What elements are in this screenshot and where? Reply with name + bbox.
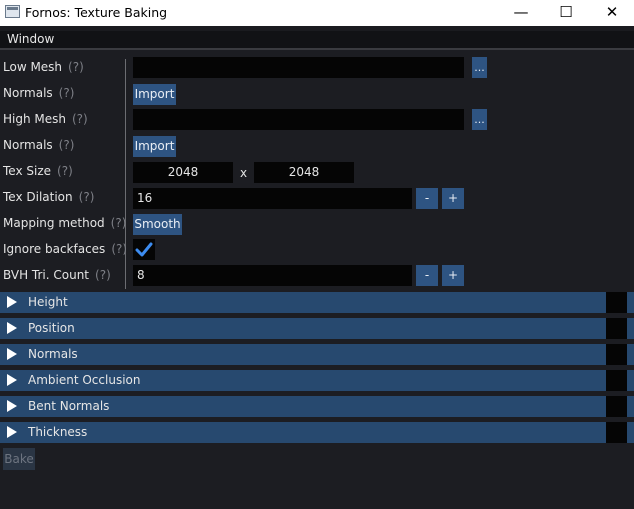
tex-dilation-label: Tex Dilation (3, 190, 73, 204)
bvh-tri-count-decrement-button[interactable]: - (416, 265, 438, 286)
low-mesh-browse-button[interactable]: ... (472, 57, 487, 78)
expand-arrow-icon (7, 426, 17, 438)
low-normals-import-button[interactable]: Import (133, 84, 176, 105)
tex-size-separator: x (240, 166, 248, 180)
low-mesh-help-icon[interactable]: (?) (68, 60, 84, 74)
high-mesh-row-label: High Mesh (?) (3, 112, 88, 126)
close-button[interactable]: ✕ (589, 0, 634, 26)
tex-height-field[interactable]: 2048 (254, 162, 354, 183)
section-toggle-box[interactable] (606, 344, 627, 365)
menu-window[interactable]: Window (7, 32, 54, 46)
high-mesh-help-icon[interactable]: (?) (72, 112, 88, 126)
section-label: Bent Normals (28, 399, 110, 413)
low-mesh-label: Low Mesh (3, 60, 63, 74)
high-normals-import-button[interactable]: Import (133, 136, 176, 157)
section-toggle-box[interactable] (606, 318, 627, 339)
section-toggle-box[interactable] (606, 422, 627, 443)
tex-size-row-label: Tex Size (?) (3, 164, 73, 178)
section-toggle-box[interactable] (606, 370, 627, 391)
bvh-tri-count-help-icon[interactable]: (?) (95, 268, 111, 282)
expand-arrow-icon (7, 400, 17, 412)
menu-bar: Window (0, 31, 634, 48)
tex-dilation-increment-button[interactable]: + (442, 188, 464, 209)
high-normals-help-icon[interactable]: (?) (59, 138, 75, 152)
section-header-bent-normals[interactable]: Bent Normals (0, 396, 634, 417)
tex-dilation-field[interactable]: 16 (133, 188, 412, 209)
minimize-button[interactable]: — (498, 0, 544, 26)
bvh-tri-count-label: BVH Tri. Count (3, 268, 90, 282)
high-mesh-path-field[interactable] (133, 109, 464, 130)
section-header-position[interactable]: Position (0, 318, 634, 339)
bvh-tri-count-increment-button[interactable]: + (442, 265, 464, 286)
bvh-tri-count-field[interactable]: 8 (133, 265, 412, 286)
tex-size-label: Tex Size (3, 164, 52, 178)
expand-arrow-icon (7, 322, 17, 334)
ignore-backfaces-help-icon[interactable]: (?) (111, 242, 127, 256)
section-label: Height (28, 295, 68, 309)
ignore-backfaces-label: Ignore backfaces (3, 242, 106, 256)
high-normals-row-label: Normals (?) (3, 138, 74, 152)
tex-width-field[interactable]: 2048 (133, 162, 233, 183)
bake-button[interactable]: Bake (3, 448, 35, 470)
high-mesh-browse-button[interactable]: ... (472, 109, 487, 130)
section-header-height[interactable]: Height (0, 292, 634, 313)
low-normals-help-icon[interactable]: (?) (59, 86, 75, 100)
low-normals-row-label: Normals (?) (3, 86, 74, 100)
mapping-method-button[interactable]: Smooth (133, 214, 182, 235)
section-header-ambient-occlusion[interactable]: Ambient Occlusion (0, 370, 634, 391)
mapping-method-row-label: Mapping method (?) (3, 216, 126, 230)
low-normals-label: Normals (3, 86, 53, 100)
bvh-tri-count-row-label: BVH Tri. Count (?) (3, 268, 111, 282)
section-toggle-box[interactable] (606, 396, 627, 417)
expand-arrow-icon (7, 374, 17, 386)
title-bar: Fornos: Texture Baking — ☐ ✕ (0, 0, 634, 26)
low-mesh-row-label: Low Mesh (?) (3, 60, 84, 74)
tex-dilation-help-icon[interactable]: (?) (79, 190, 95, 204)
section-label: Ambient Occlusion (28, 373, 141, 387)
tex-size-help-icon[interactable]: (?) (57, 164, 73, 178)
app-window-icon (5, 5, 20, 18)
checkmark-icon (135, 242, 153, 257)
ignore-backfaces-checkbox[interactable] (133, 239, 155, 260)
section-header-normals[interactable]: Normals (0, 344, 634, 365)
maximize-button[interactable]: ☐ (543, 0, 589, 26)
high-mesh-label: High Mesh (3, 112, 66, 126)
tex-dilation-row-label: Tex Dilation (?) (3, 190, 94, 204)
low-mesh-path-field[interactable] (133, 57, 464, 78)
section-label: Position (28, 321, 75, 335)
expand-arrow-icon (7, 296, 17, 308)
ignore-backfaces-row-label: Ignore backfaces (?) (3, 242, 127, 256)
section-label: Normals (28, 347, 78, 361)
section-label: Thickness (28, 425, 88, 439)
tex-dilation-decrement-button[interactable]: - (416, 188, 438, 209)
mapping-method-label: Mapping method (3, 216, 105, 230)
high-normals-label: Normals (3, 138, 53, 152)
section-header-thickness[interactable]: Thickness (0, 422, 634, 443)
expand-arrow-icon (7, 348, 17, 360)
window-title: Fornos: Texture Baking (25, 5, 168, 20)
section-toggle-box[interactable] (606, 292, 627, 313)
mapping-method-help-icon[interactable]: (?) (111, 216, 127, 230)
